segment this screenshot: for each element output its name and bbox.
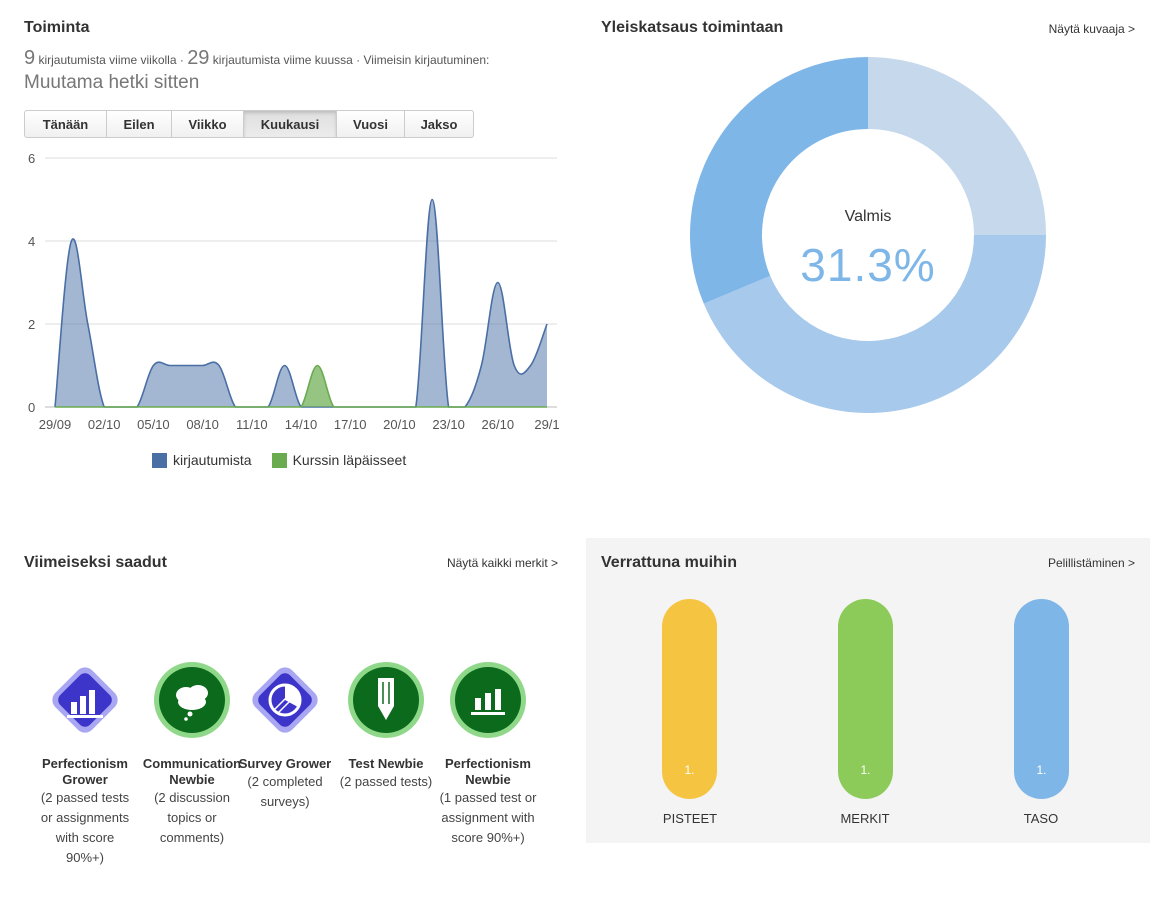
x-tick-label: 02/10 <box>88 417 121 432</box>
login-stats: 9 kirjautumista viime viikolla · 29 kirj… <box>24 47 489 70</box>
badge-perfectionism-grower[interactable]: Perfectionism Grower (2 passed tests or … <box>35 660 135 868</box>
legend-label-completions: Kurssin läpäisseet <box>292 452 407 468</box>
overview-panel: Yleiskatsaus toimintaan Näytä kuvaaja > … <box>586 0 1163 500</box>
badge-desc: (2 passed tests or assignments with scor… <box>40 790 130 865</box>
series-line-logins <box>54 198 548 408</box>
y-tick-label: 6 <box>28 151 35 166</box>
bar-chart-icon <box>52 667 118 733</box>
x-tick-label: 29/09 <box>39 417 72 432</box>
badge-communication-newbie[interactable]: Communication Newbie (2 discussion topic… <box>142 660 242 848</box>
legend-item-logins[interactable]: kirjautumista <box>152 452 252 468</box>
donut-label: Valmis <box>844 208 892 225</box>
activity-chart: 0 2 4 6 29/09 02/10 05/10 08/10 11/10 14/10 17/10 2… <box>28 151 560 432</box>
compare-panel: Verrattuna muihin Pelillistäminen > 1. P… <box>586 538 1150 843</box>
badge-name: Communication Newbie <box>142 756 242 787</box>
activity-title: Toiminta <box>24 19 90 36</box>
compare-title: Verrattuna muihin <box>601 554 738 571</box>
tab-today[interactable]: Tänään <box>25 111 107 137</box>
badge-desc: (2 discussion topics or comments) <box>154 790 230 845</box>
tab-yesterday[interactable]: Eilen <box>107 111 172 137</box>
x-tick-label: 14/10 <box>285 417 318 432</box>
badge-desc: (2 passed tests) <box>339 774 433 789</box>
legend-item-completions[interactable]: Kurssin läpäisseet <box>271 452 407 468</box>
show-all-badges-link[interactable]: Näytä kaikki merkit > <box>447 556 558 570</box>
x-tick-label: 05/10 <box>137 417 170 432</box>
badge-survey-grower[interactable]: Survey Grower (2 completed surveys) <box>235 660 335 812</box>
pencil-icon <box>348 662 424 738</box>
tab-year[interactable]: Vuosi <box>337 111 405 137</box>
donut-value: 31.3% <box>800 239 936 291</box>
y-tick-label: 2 <box>28 317 35 332</box>
overview-title: Yleiskatsaus toimintaan <box>601 19 784 36</box>
month-login-count: 29 <box>187 47 210 69</box>
level-label: TASO <box>1023 811 1059 826</box>
y-tick-label: 4 <box>28 234 35 249</box>
legend-swatch-logins <box>152 452 167 468</box>
month-login-text: kirjautumista viime kuussa · Viimeisin k… <box>212 53 490 67</box>
legend-swatch-completions <box>271 452 287 468</box>
period-tabs: Tänään Eilen Viikko Kuukausi Vuosi Jakso <box>24 110 474 138</box>
completion-donut <box>690 57 1046 414</box>
x-tick-label: 17/10 <box>334 417 367 432</box>
x-tick-label: 23/10 <box>432 417 465 432</box>
speech-bubble-icon <box>154 662 230 738</box>
badge-test-newbie[interactable]: Test Newbie (2 passed tests) <box>336 660 436 792</box>
x-tick-label: 26/10 <box>482 417 515 432</box>
points-label: PISTEET <box>662 811 718 826</box>
badge-name: Survey Grower <box>238 756 332 771</box>
chart-legend: kirjautumista Kurssin läpäisseet <box>152 452 406 468</box>
pie-chart-icon <box>252 667 318 733</box>
x-tick-label: 08/10 <box>186 417 219 432</box>
show-chart-link[interactable]: Näytä kuvaaja > <box>1049 22 1135 36</box>
badge-desc: (2 completed surveys) <box>247 774 323 809</box>
x-tick-label: 20/10 <box>383 417 416 432</box>
week-login-count: 9 <box>24 47 36 69</box>
points-bar: 1. <box>662 599 717 799</box>
badges-title: Viimeiseksi saadut <box>24 554 167 571</box>
badge-desc: (1 passed test or assignment with score … <box>439 790 537 845</box>
tab-period[interactable]: Jakso <box>405 111 473 137</box>
x-tick-label: 29/1 <box>534 417 559 432</box>
badges-label: MERKIT <box>840 811 890 826</box>
last-login: Muutama hetki sitten <box>24 72 200 93</box>
badge-name: Perfectionism Newbie <box>445 756 531 787</box>
badges-panel: Viimeiseksi saadut Näytä kaikki merkit >… <box>0 538 580 910</box>
week-login-text: kirjautumista viime viikolla · <box>38 53 184 67</box>
level-bar: 1. <box>1014 599 1069 799</box>
badges-bar: 1. <box>838 599 893 799</box>
points-rank: 1. <box>684 763 695 777</box>
bar-chart-icon <box>450 662 526 738</box>
x-tick-label: 11/10 <box>236 417 268 432</box>
tab-week[interactable]: Viikko <box>172 111 244 137</box>
legend-label-logins: kirjautumista <box>173 452 252 468</box>
y-tick-label: 0 <box>28 400 35 415</box>
badge-name: Perfectionism Grower <box>42 756 128 787</box>
badges-rank: 1. <box>860 763 871 777</box>
badge-perfectionism-newbie[interactable]: Perfectionism Newbie (1 passed test or a… <box>438 660 538 848</box>
tab-month[interactable]: Kuukausi <box>244 111 337 137</box>
badge-name: Test Newbie <box>348 756 424 771</box>
level-rank: 1. <box>1036 763 1047 777</box>
activity-panel: Toiminta 9 kirjautumista viime viikolla … <box>0 0 580 500</box>
series-area-logins <box>55 199 547 407</box>
gamification-link[interactable]: Pelillistäminen > <box>1048 556 1135 570</box>
